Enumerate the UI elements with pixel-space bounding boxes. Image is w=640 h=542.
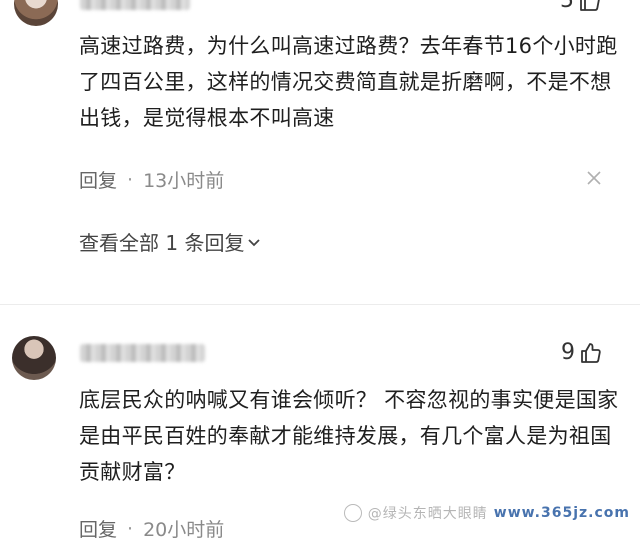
- reply-button[interactable]: 回复: [79, 166, 117, 193]
- chevron-down-icon: [248, 238, 261, 246]
- comment-text: 底层民众的呐喊又有谁会倾听？ 不容忽视的事实便是国家是由平民百姓的奉献才能维持发…: [79, 388, 619, 484]
- close-icon[interactable]: [584, 168, 604, 188]
- avatar[interactable]: [14, 0, 58, 26]
- like-button[interactable]: 9: [561, 340, 603, 365]
- avatar[interactable]: [12, 336, 56, 380]
- watermark-logo-icon: [343, 504, 362, 522]
- watermark-text: @绿头东晒大眼睛: [367, 506, 488, 522]
- view-all-replies-link[interactable]: 查看全部 1 条回复: [79, 227, 262, 256]
- view-replies-label: 查看全部 1 条回复: [79, 231, 245, 255]
- thumbs-up-icon: [580, 0, 600, 11]
- divider: [0, 304, 640, 305]
- meta-separator: ·: [127, 168, 134, 191]
- comment-text: 高速过路费，为什么叫高速过路费？去年春节16个小时跑了四百公里，这样的情况交费简…: [79, 34, 618, 130]
- watermark-site: www.365jz.com: [493, 505, 630, 521]
- comment-meta: 回复 · 13小时前: [79, 166, 224, 193]
- username-blurred[interactable]: [80, 0, 190, 10]
- like-button[interactable]: 5: [560, 0, 602, 13]
- watermark: @绿头东晒大眼睛 www.365jz.com: [343, 503, 630, 523]
- thumbs-up-icon: [581, 342, 601, 363]
- comment-timestamp: 13小时前: [143, 170, 225, 192]
- username-blurred[interactable]: [80, 344, 205, 362]
- like-count: 5: [560, 0, 574, 13]
- like-count: 9: [561, 340, 575, 365]
